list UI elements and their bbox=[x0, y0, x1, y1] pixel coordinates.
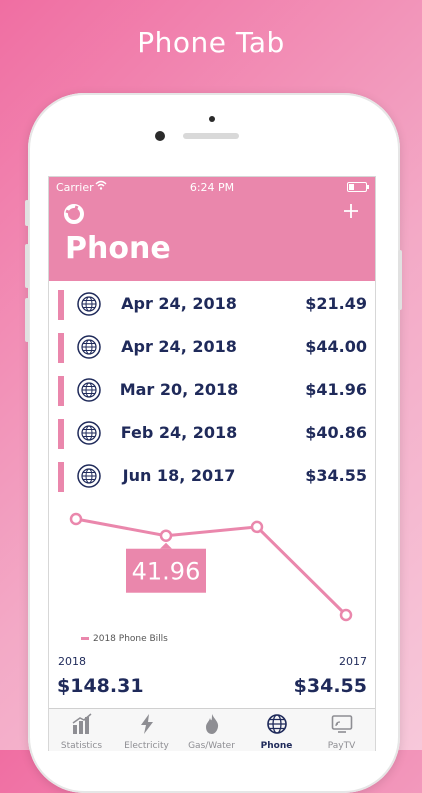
series-line bbox=[75, 517, 348, 617]
chart-legend: 2018 Phone Bills bbox=[81, 634, 168, 644]
volume-down-button bbox=[25, 298, 29, 342]
statistics-icon bbox=[72, 713, 92, 734]
tab-phone[interactable]: Phone bbox=[244, 709, 309, 751]
app-screen: Carrier 6:24 PM Phone Apr 24, 2018 $21.4… bbox=[48, 176, 376, 751]
bill-date: Mar 20, 2018 bbox=[119, 380, 239, 399]
bill-row[interactable]: Apr 24, 2018 $44.00 bbox=[49, 326, 375, 369]
bill-row[interactable]: Mar 20, 2018 $41.96 bbox=[49, 369, 375, 412]
lightning-icon bbox=[141, 714, 153, 734]
earpiece-speaker bbox=[183, 133, 239, 139]
bill-row[interactable]: Apr 24, 2018 $21.49 bbox=[49, 283, 375, 326]
tab-bar: Statistics Electricity Gas/Water Phone P… bbox=[49, 708, 375, 751]
bill-list: Apr 24, 2018 $21.49 Apr 24, 2018 $44.00 … bbox=[49, 283, 375, 498]
row-accent bbox=[58, 376, 64, 406]
tab-statistics[interactable]: Statistics bbox=[49, 709, 114, 751]
data-point[interactable] bbox=[159, 529, 173, 542]
bill-date: Apr 24, 2018 bbox=[121, 294, 237, 313]
tv-icon bbox=[331, 715, 353, 733]
battery-icon bbox=[347, 182, 369, 192]
tab-electricity[interactable]: Electricity bbox=[114, 709, 179, 751]
bill-date: Jun 18, 2017 bbox=[122, 466, 236, 485]
callout-value: 41.96 bbox=[132, 558, 201, 586]
mute-switch bbox=[25, 200, 29, 226]
summary-year-2017: 2017 bbox=[339, 655, 367, 668]
summary-total-2018: $148.31 bbox=[57, 675, 144, 697]
add-icon[interactable] bbox=[343, 203, 359, 219]
data-point[interactable] bbox=[339, 608, 353, 622]
bill-amount: $44.00 bbox=[305, 337, 367, 356]
flame-icon bbox=[206, 714, 219, 734]
proximity-sensor bbox=[209, 116, 215, 122]
summary-total-2017: $34.55 bbox=[293, 675, 367, 697]
bill-amount: $21.49 bbox=[305, 294, 367, 313]
globe-icon bbox=[77, 378, 101, 402]
bill-date: Feb 24, 2018 bbox=[120, 423, 238, 442]
app-logo-icon[interactable] bbox=[63, 203, 85, 225]
volume-up-button bbox=[25, 244, 29, 288]
bills-line-chart[interactable]: 41.96 bbox=[49, 497, 375, 632]
globe-icon bbox=[77, 292, 101, 316]
status-time: 6:24 PM bbox=[189, 181, 235, 194]
row-accent bbox=[58, 462, 64, 492]
row-accent bbox=[58, 290, 64, 320]
bill-amount: $34.55 bbox=[305, 466, 367, 485]
globe-icon bbox=[267, 714, 287, 734]
globe-icon bbox=[77, 464, 101, 488]
bill-row[interactable]: Jun 18, 2017 $34.55 bbox=[49, 455, 375, 498]
legend-label: 2018 Phone Bills bbox=[93, 634, 168, 644]
page-title: Phone bbox=[65, 231, 171, 266]
bill-row[interactable]: Feb 24, 2018 $40.86 bbox=[49, 412, 375, 455]
status-bar: Carrier 6:24 PM bbox=[49, 177, 375, 197]
power-button bbox=[398, 250, 402, 310]
bill-amount: $40.86 bbox=[305, 423, 367, 442]
data-point[interactable] bbox=[69, 512, 83, 526]
summary-year-2018: 2018 bbox=[58, 655, 86, 668]
value-callout: 41.96 bbox=[126, 542, 206, 593]
row-accent bbox=[58, 333, 64, 363]
globe-icon bbox=[77, 421, 101, 445]
app-header: Carrier 6:24 PM Phone bbox=[49, 177, 375, 281]
promo-title: Phone Tab bbox=[137, 26, 285, 59]
bill-date: Apr 24, 2018 bbox=[121, 337, 237, 356]
row-accent bbox=[58, 419, 64, 449]
tab-paytv[interactable]: PayTV bbox=[309, 709, 374, 751]
bill-amount: $41.96 bbox=[305, 380, 367, 399]
globe-icon bbox=[77, 335, 101, 359]
tab-gas-water[interactable]: Gas/Water bbox=[179, 709, 244, 751]
legend-swatch bbox=[81, 637, 89, 640]
data-point[interactable] bbox=[250, 520, 264, 534]
front-camera bbox=[155, 131, 165, 141]
